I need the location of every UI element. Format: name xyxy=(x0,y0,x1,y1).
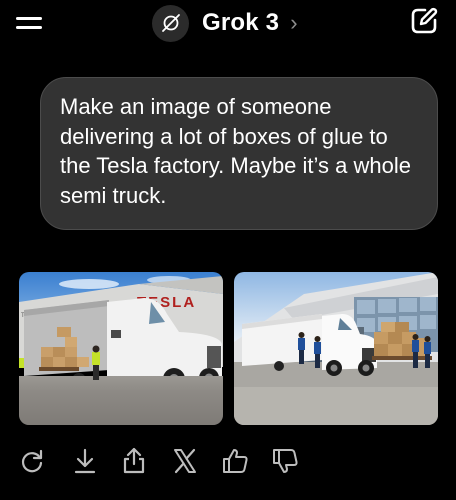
user-message-text: Make an image of someone delivering a lo… xyxy=(60,94,411,208)
new-chat-icon[interactable] xyxy=(410,7,438,35)
download-icon[interactable] xyxy=(70,446,100,476)
thumbs-up-icon[interactable] xyxy=(220,446,250,476)
menu-line xyxy=(16,17,42,20)
regenerate-icon[interactable] xyxy=(17,446,47,476)
generated-image-2[interactable] xyxy=(234,272,438,425)
model-name: Grok 3 xyxy=(202,9,280,36)
generated-image-1[interactable]: TESLA TESLA xyxy=(19,272,223,425)
response-actions xyxy=(0,446,456,480)
grok-logo-icon xyxy=(152,4,189,42)
share-icon[interactable] xyxy=(119,446,149,476)
truck-delivery-picture: TESLA TESLA xyxy=(19,272,223,425)
model-selector[interactable]: Grok 3 › xyxy=(152,4,298,42)
menu-icon[interactable] xyxy=(14,11,44,35)
user-message-bubble: Make an image of someone delivering a lo… xyxy=(40,77,438,230)
top-bar: Grok 3 › xyxy=(0,0,456,46)
truck-loading-dock-picture xyxy=(234,272,438,425)
chevron-right-icon: › xyxy=(290,10,298,35)
x-logo-icon[interactable] xyxy=(170,446,200,476)
menu-line xyxy=(16,26,42,29)
thumbs-down-icon[interactable] xyxy=(270,446,300,476)
